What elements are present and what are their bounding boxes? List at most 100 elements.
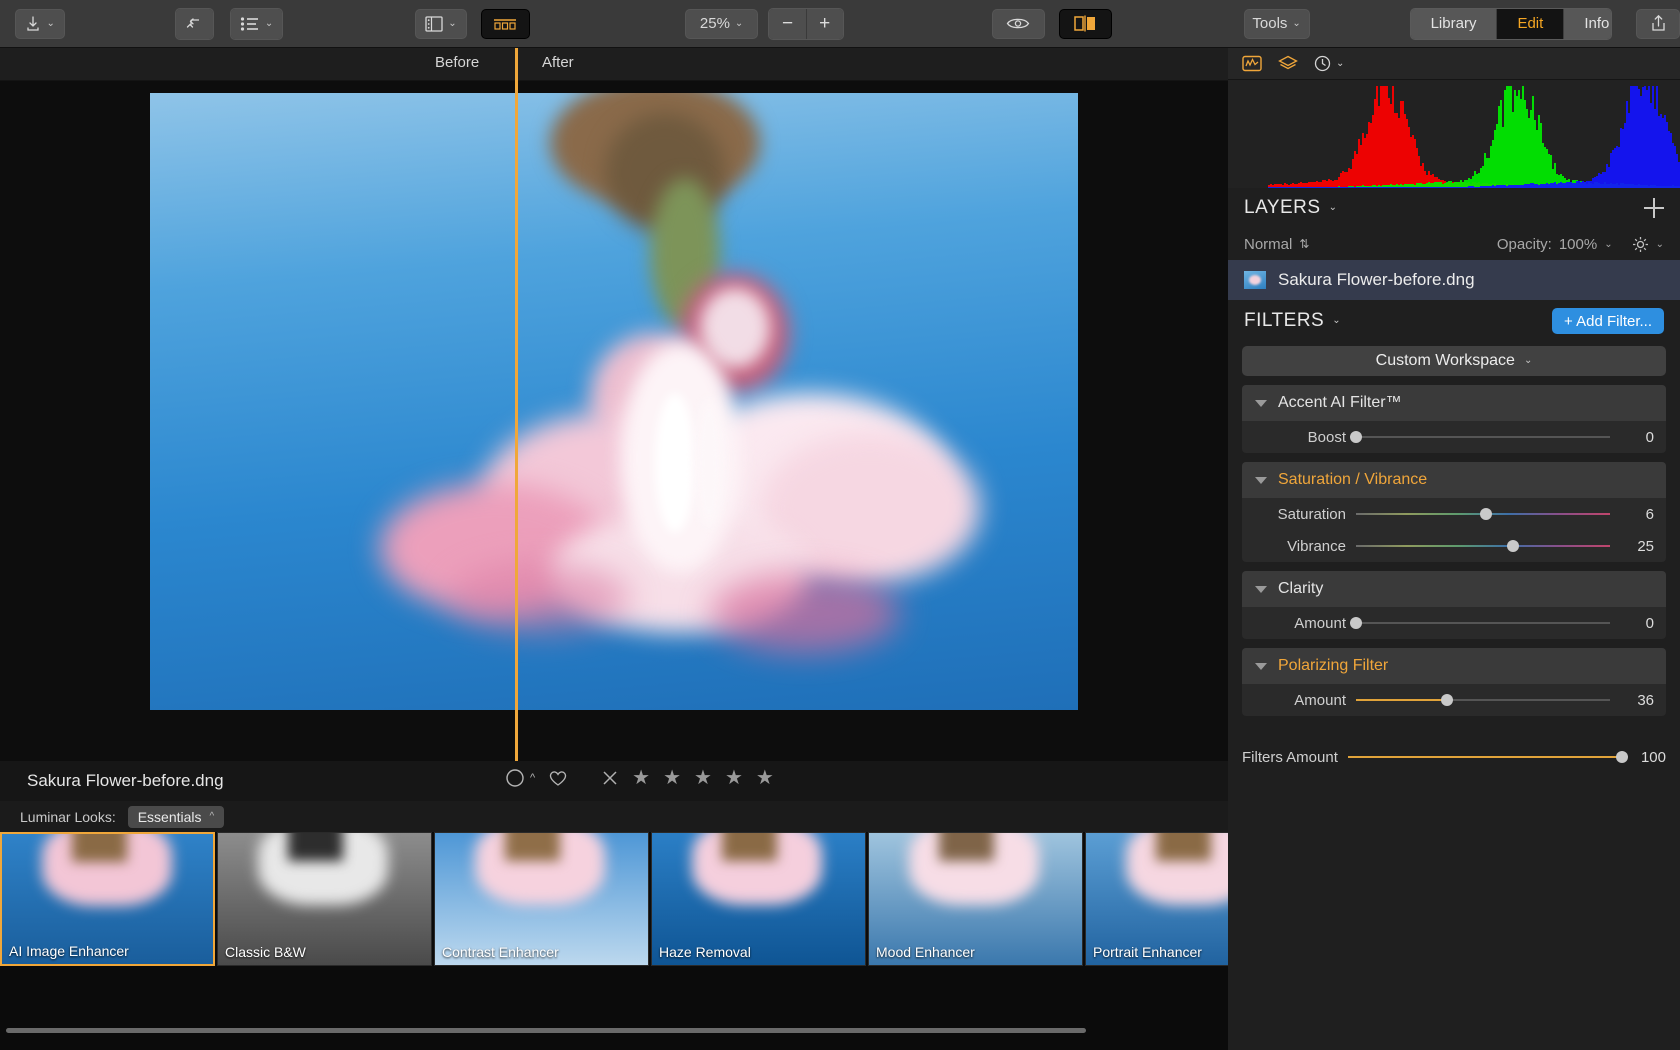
looks-category-button[interactable]: Essentials ^ (128, 806, 225, 828)
look-item-1[interactable]: Classic B&W (217, 832, 432, 966)
filters-chevron-icon[interactable]: ⌄ (1332, 316, 1340, 326)
share-button[interactable] (1636, 9, 1680, 39)
filters-amount-track[interactable] (1348, 749, 1622, 765)
layers-stack-icon[interactable] (1278, 55, 1298, 72)
zoom-stepper: − + (768, 8, 843, 40)
slider-track[interactable] (1356, 506, 1610, 522)
right-panel: ⌄ LAYERS ⌄ minus-icon Normal ⇅ Opacity: (1228, 48, 1680, 1050)
gear-icon[interactable] (1632, 236, 1649, 253)
filter-block-1-header[interactable]: Saturation / Vibrance (1242, 462, 1666, 498)
look-item-3[interactable]: Haze Removal (651, 832, 866, 966)
disclosure-triangle-icon[interactable] (1255, 663, 1267, 670)
luminar-looks-label: Luminar Looks: (20, 809, 116, 825)
panel-toggle-button[interactable]: ⌄ (415, 9, 466, 39)
mode-edit-tab[interactable]: Edit (1496, 9, 1563, 39)
mode-library-tab[interactable]: Library (1411, 9, 1497, 39)
star-5[interactable]: ★ (756, 765, 774, 790)
image-canvas[interactable] (0, 81, 1228, 761)
filter-blocks: Accent AI Filter™Boost0 Saturation / Vibr… (1228, 385, 1680, 716)
history-chevron-icon[interactable]: ⌄ (1336, 58, 1344, 69)
workspace-chevron-icon: ⌄ (1524, 356, 1532, 366)
filter-block-2-header[interactable]: Clarity (1242, 571, 1666, 607)
reject-x-icon[interactable] (601, 769, 619, 787)
looks-category-chevron-icon: ^ (210, 811, 215, 822)
slider-track[interactable] (1356, 538, 1610, 554)
look-item-2[interactable]: Contrast Enhancer (434, 832, 649, 966)
slider-track[interactable] (1356, 429, 1610, 445)
slider-saturation-vibrance-1: Vibrance25 (1242, 530, 1666, 562)
opacity-label: Opacity: (1497, 236, 1552, 253)
export-button[interactable]: ⌄ (15, 9, 65, 39)
look-item-5[interactable]: Portrait Enhancer (1085, 832, 1228, 966)
slider-label: Amount (1254, 692, 1346, 709)
slider-knob[interactable] (1507, 540, 1519, 552)
look-item-5-label: Portrait Enhancer (1093, 944, 1202, 960)
filter-block-2: ClarityAmount0 (1242, 571, 1666, 639)
opacity-value[interactable]: 100% (1559, 236, 1597, 253)
slider-label: Amount (1254, 615, 1346, 632)
add-layer-button[interactable] (1644, 198, 1664, 218)
look-item-4[interactable]: Mood Enhancer (868, 832, 1083, 966)
mode-info-tab[interactable]: Info (1563, 9, 1612, 39)
blend-mode-value[interactable]: Normal (1244, 236, 1292, 253)
tools-menu-button[interactable]: Tools ⌄ (1244, 9, 1310, 39)
slider-track[interactable] (1356, 692, 1610, 708)
filter-block-3: Polarizing FilterAmount36 (1242, 648, 1666, 716)
filter-block-0-header[interactable]: Accent AI Filter™ (1242, 385, 1666, 421)
slider-knob[interactable] (1350, 431, 1362, 443)
zoom-chevron-icon: ⌄ (735, 19, 743, 29)
star-1[interactable]: ★ (632, 765, 650, 790)
workspace-selector[interactable]: Custom Workspace ⌄ (1242, 346, 1666, 376)
history-clock-icon[interactable] (1314, 55, 1331, 72)
filmstrip-scrollbar[interactable] (6, 1028, 1086, 1033)
blend-mode-chevron-icon[interactable]: ⇅ (1299, 237, 1309, 251)
slider-track[interactable] (1356, 615, 1610, 631)
look-item-2-label: Contrast Enhancer (442, 944, 559, 960)
mode-switcher: Library Edit Info (1410, 8, 1613, 40)
star-4[interactable]: ★ (725, 765, 743, 790)
filmstrip-toggle-button[interactable] (481, 9, 530, 39)
color-label-circle-icon[interactable] (505, 767, 527, 789)
disclosure-triangle-icon[interactable] (1255, 586, 1267, 593)
sidebar-panel-icon (425, 16, 443, 32)
disclosure-triangle-icon[interactable] (1255, 477, 1267, 484)
filter-block-1-title: Saturation / Vibrance (1278, 471, 1427, 489)
tools-label: Tools (1252, 15, 1287, 32)
look-item-0[interactable]: AI Image Enhancer (0, 832, 215, 966)
layer-item-0[interactable]: Sakura Flower-before.dng (1228, 260, 1680, 300)
slider-polarizing-filter-0: Amount36 (1242, 684, 1666, 716)
add-filter-button[interactable]: + Add Filter... (1552, 308, 1664, 334)
undo-button[interactable] (176, 9, 213, 39)
undo-arrow-icon (186, 15, 204, 33)
slider-knob[interactable] (1480, 508, 1492, 520)
star-3[interactable]: ★ (694, 765, 712, 790)
opacity-chevron-icon[interactable]: ⌄ (1604, 239, 1612, 250)
zoom-level-button[interactable]: 25% ⌄ (685, 9, 758, 39)
luminar-looks-bar: Luminar Looks: Essentials ^ (0, 801, 1228, 832)
filters-title: FILTERS (1244, 310, 1324, 332)
zoom-in-button[interactable]: + (806, 9, 843, 39)
star-2[interactable]: ★ (663, 765, 681, 790)
slider-knob[interactable] (1350, 617, 1362, 629)
compare-mode-button[interactable] (1059, 9, 1112, 39)
color-label-chevron-icon[interactable]: ^ (530, 772, 535, 784)
list-chevron-icon: ⌄ (265, 19, 273, 29)
before-label: Before (435, 54, 479, 71)
compare-split-line[interactable] (515, 81, 518, 761)
slider-saturation-vibrance-0: Saturation6 (1242, 498, 1666, 530)
disclosure-triangle-icon[interactable] (1255, 400, 1267, 407)
histogram-icon[interactable] (1242, 55, 1262, 72)
slider-knob[interactable] (1441, 694, 1453, 706)
filter-block-3-header[interactable]: Polarizing Filter (1242, 648, 1666, 684)
slider-accent-ai-filter--0: Boost0 (1242, 421, 1666, 453)
after-label: After (542, 54, 574, 71)
list-view-button[interactable]: ⌄ (231, 9, 282, 39)
gear-chevron-icon[interactable]: ⌄ (1656, 239, 1664, 250)
heart-icon[interactable] (548, 769, 568, 787)
slider-value: 0 (1620, 429, 1654, 446)
before-after-split-icon (1072, 15, 1098, 32)
layers-chevron-icon[interactable]: ⌄ (1329, 203, 1337, 213)
zoom-out-button[interactable]: − (769, 9, 806, 39)
preview-toggle-button[interactable] (992, 9, 1045, 39)
looks-filmstrip[interactable]: AI Image Enhancer Classic B&W Contrast E… (0, 832, 1228, 1050)
